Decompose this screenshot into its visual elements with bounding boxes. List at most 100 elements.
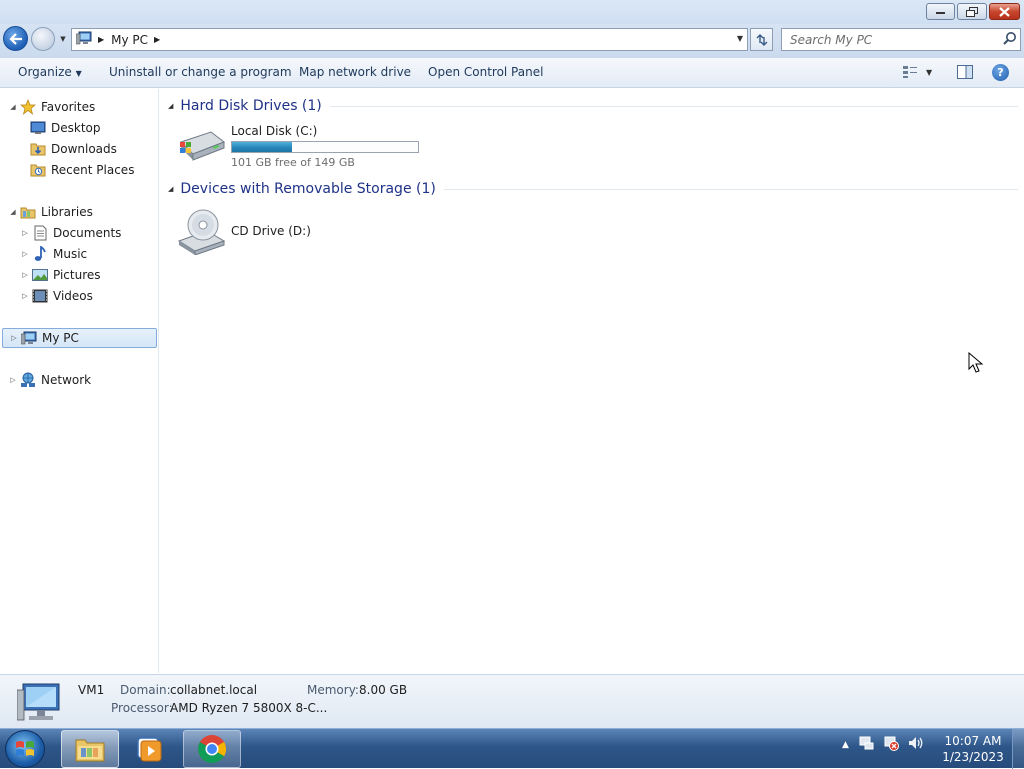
documents-icon bbox=[32, 225, 48, 241]
system-clock[interactable]: 10:07 AM 1/23/2023 bbox=[938, 733, 1008, 765]
minimize-button[interactable] bbox=[926, 3, 955, 20]
taskbar-media-player-button[interactable] bbox=[121, 730, 179, 768]
drive-cd-d[interactable]: CD Drive (D:) bbox=[177, 207, 311, 256]
content-pane: ◢ Hard Disk Drives (1) Local Disk (C:) 1… bbox=[160, 89, 1024, 673]
collapsed-arrow-icon[interactable]: ▷ bbox=[20, 271, 30, 279]
expanded-arrow-icon[interactable]: ◢ bbox=[8, 208, 18, 216]
organize-button[interactable]: Organize ▼ bbox=[18, 65, 82, 79]
details-pane: VM1 Domain: collabnet.local Memory: 8.00… bbox=[0, 674, 1024, 728]
clock-date: 1/23/2023 bbox=[942, 750, 1004, 764]
nav-downloads[interactable]: Downloads bbox=[30, 139, 117, 159]
nav-recent-places-label: Recent Places bbox=[51, 163, 135, 177]
collapsed-arrow-icon[interactable]: ▷ bbox=[8, 376, 18, 384]
folder-icon bbox=[75, 739, 105, 762]
downloads-folder-icon bbox=[30, 141, 46, 157]
show-hidden-icons-button[interactable]: ▲ bbox=[842, 740, 849, 750]
forward-button[interactable] bbox=[31, 27, 55, 51]
taskbar: ▲ 10:07 AM 1/23/2023 bbox=[0, 728, 1024, 769]
restore-icon bbox=[966, 6, 978, 17]
nav-favorites[interactable]: ◢ Favorites bbox=[8, 97, 95, 117]
navigation-bar: ▼ ▶ My PC ▶ ▼ Search My PC bbox=[0, 24, 1024, 58]
nav-documents[interactable]: ▷ Documents bbox=[20, 223, 121, 243]
map-network-drive-button[interactable]: Map network drive bbox=[299, 65, 411, 79]
nav-music[interactable]: ▷ Music bbox=[20, 244, 87, 264]
computer-name: VM1 bbox=[78, 683, 105, 697]
nav-desktop-label: Desktop bbox=[51, 121, 101, 135]
explorer-window: ▼ ▶ My PC ▶ ▼ Search My PC Organize ▼ Un… bbox=[0, 0, 1024, 728]
nav-libraries-label: Libraries bbox=[41, 205, 93, 219]
breadcrumb-separator-icon[interactable]: ▶ bbox=[154, 35, 160, 44]
title-bar[interactable] bbox=[0, 0, 1024, 24]
cd-drive-icon bbox=[177, 207, 226, 256]
nav-pictures[interactable]: ▷ Pictures bbox=[20, 265, 101, 285]
back-arrow-icon bbox=[8, 32, 22, 45]
help-button[interactable]: ? bbox=[992, 64, 1009, 81]
nav-recent-places[interactable]: Recent Places bbox=[30, 160, 134, 180]
preview-pane-button[interactable] bbox=[957, 65, 973, 82]
memory-value: 8.00 GB bbox=[359, 683, 408, 697]
group-title: Hard Disk Drives (1) bbox=[180, 98, 322, 114]
nav-desktop[interactable]: Desktop bbox=[30, 118, 101, 138]
open-control-panel-button[interactable]: Open Control Panel bbox=[428, 65, 543, 79]
libraries-icon bbox=[20, 204, 36, 220]
refresh-button[interactable] bbox=[750, 28, 773, 51]
nav-libraries[interactable]: ◢ Libraries bbox=[8, 202, 93, 222]
nav-documents-label: Documents bbox=[53, 226, 122, 240]
expanded-arrow-icon[interactable]: ◢ bbox=[168, 102, 173, 110]
start-button[interactable] bbox=[5, 730, 45, 768]
recent-pages-dropdown[interactable]: ▼ bbox=[58, 34, 68, 44]
chevron-down-icon: ▼ bbox=[75, 69, 82, 78]
hard-drive-icon bbox=[177, 124, 226, 164]
restore-button[interactable] bbox=[957, 3, 987, 20]
expanded-arrow-icon[interactable]: ◢ bbox=[168, 185, 173, 193]
expanded-arrow-icon[interactable]: ◢ bbox=[8, 103, 18, 111]
star-icon bbox=[20, 99, 36, 115]
show-desktop-button[interactable] bbox=[1012, 729, 1024, 769]
network-status-icon[interactable] bbox=[883, 735, 899, 754]
nav-pictures-label: Pictures bbox=[53, 268, 101, 282]
nav-mypc-label: My PC bbox=[42, 331, 79, 345]
volume-icon[interactable] bbox=[908, 735, 924, 754]
nav-network[interactable]: ▷ Network bbox=[8, 370, 91, 390]
drive-name: Local Disk (C:) bbox=[231, 124, 318, 138]
group-hard-disk-drives[interactable]: ◢ Hard Disk Drives (1) bbox=[168, 98, 1018, 114]
address-dropdown-icon[interactable]: ▼ bbox=[737, 34, 743, 43]
group-removable-storage[interactable]: ◢ Devices with Removable Storage (1) bbox=[168, 181, 1018, 197]
nav-videos[interactable]: ▷ Videos bbox=[20, 286, 93, 306]
close-button[interactable] bbox=[989, 3, 1020, 20]
back-button[interactable] bbox=[3, 26, 28, 51]
search-icon[interactable] bbox=[1003, 31, 1020, 48]
navigation-pane: ◢ Favorites Desktop Downloads Recent Pla… bbox=[0, 89, 159, 673]
taskbar-explorer-button[interactable] bbox=[61, 730, 119, 768]
computer-monitor-icon bbox=[16, 682, 65, 727]
preview-pane-icon bbox=[957, 65, 973, 79]
group-divider bbox=[443, 188, 1018, 190]
mouse-cursor-icon bbox=[968, 351, 984, 377]
nav-network-label: Network bbox=[41, 373, 92, 387]
group-title: Devices with Removable Storage (1) bbox=[180, 181, 436, 197]
action-center-icon[interactable] bbox=[858, 735, 874, 754]
view-options-icon bbox=[903, 66, 917, 78]
nav-videos-label: Videos bbox=[53, 289, 93, 303]
collapsed-arrow-icon[interactable]: ▷ bbox=[20, 229, 30, 237]
address-bar[interactable]: ▶ My PC ▶ ▼ bbox=[71, 28, 748, 51]
breadcrumb-mypc[interactable]: My PC bbox=[111, 33, 148, 47]
change-view-button[interactable]: ▼ bbox=[902, 65, 932, 79]
breadcrumb-separator-icon[interactable]: ▶ bbox=[98, 35, 104, 44]
search-input[interactable]: Search My PC bbox=[781, 28, 1021, 51]
nav-mypc[interactable]: ▷ My PC bbox=[2, 328, 157, 348]
collapsed-arrow-icon[interactable]: ▷ bbox=[20, 292, 30, 300]
drive-free-space: 101 GB free of 149 GB bbox=[231, 156, 355, 169]
clock-time: 10:07 AM bbox=[944, 734, 1002, 748]
collapsed-arrow-icon[interactable]: ▷ bbox=[9, 334, 19, 342]
uninstall-program-button[interactable]: Uninstall or change a program bbox=[109, 65, 292, 79]
network-icon bbox=[20, 372, 36, 388]
media-player-icon bbox=[137, 737, 162, 762]
nav-favorites-label: Favorites bbox=[41, 100, 96, 114]
disk-usage-bar bbox=[231, 141, 419, 153]
drive-local-disk-c[interactable]: Local Disk (C:) 101 GB free of 149 GB bbox=[177, 124, 419, 169]
domain-value: collabnet.local bbox=[170, 683, 258, 697]
collapsed-arrow-icon[interactable]: ▷ bbox=[20, 250, 30, 258]
taskbar-chrome-button[interactable] bbox=[183, 730, 241, 768]
drive-name: CD Drive (D:) bbox=[231, 224, 311, 238]
